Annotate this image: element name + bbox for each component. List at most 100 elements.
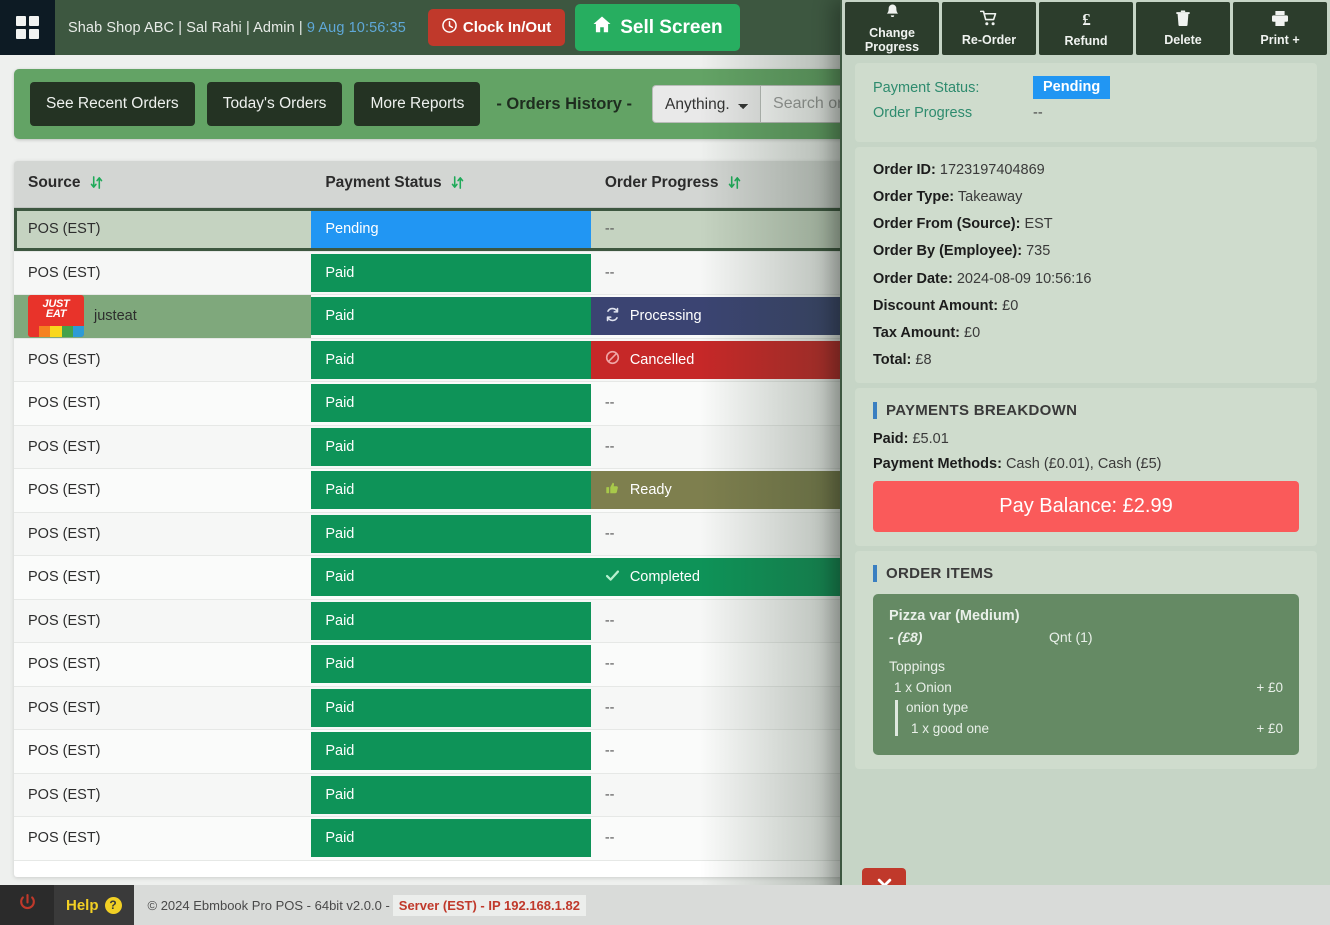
suboption-text: 1 x good one bbox=[911, 721, 989, 736]
payment-status-badge: Paid bbox=[311, 819, 590, 857]
payment-methods-line: Payment Methods: Cash (£0.01), Cash (£5) bbox=[873, 456, 1299, 472]
detail-label: Order By (Employee): bbox=[873, 243, 1022, 259]
order-progress-row: Order Progress -- bbox=[873, 105, 1299, 121]
cell-payment-status: Paid bbox=[311, 556, 590, 600]
apps-grid-button[interactable] bbox=[0, 0, 55, 55]
change-progress-button[interactable]: Change Progress bbox=[845, 2, 939, 55]
todays-orders-button[interactable]: Today's Orders bbox=[207, 82, 343, 126]
detail-value: EST bbox=[1024, 216, 1052, 232]
order-progress-text: Ready bbox=[630, 482, 672, 498]
order-progress-badge: -- bbox=[591, 428, 863, 466]
delete-button[interactable]: Delete bbox=[1136, 2, 1230, 55]
payment-status-badge: Paid bbox=[311, 689, 590, 727]
cell-source: POS (EST) bbox=[14, 208, 311, 252]
cell-payment-status: Paid bbox=[311, 512, 590, 556]
detail-label: Order Type: bbox=[873, 189, 954, 205]
sync-icon bbox=[605, 307, 620, 326]
clock-icon bbox=[442, 18, 457, 37]
detail-label: Order From (Source): bbox=[873, 216, 1020, 232]
source-label: POS (EST) bbox=[28, 656, 101, 672]
paid-value: £5.01 bbox=[912, 431, 948, 447]
source-cell-content: POS (EST) bbox=[28, 352, 297, 368]
order-item: Pizza var (Medium)- (£8)Qnt (1)Toppings1… bbox=[873, 594, 1299, 755]
source-cell-content: POS (EST) bbox=[28, 700, 297, 716]
cell-payment-status: Paid bbox=[311, 817, 590, 861]
copyright-text: © 2024 Ebmbook Pro POS - 64bit v2.0.0 - bbox=[148, 898, 390, 913]
cell-order-progress: Ready bbox=[591, 469, 863, 513]
help-button[interactable]: Help ? bbox=[54, 885, 134, 925]
order-progress-badge: -- bbox=[591, 254, 863, 292]
sort-updown-icon bbox=[90, 176, 103, 194]
column-header-source-label: Source bbox=[28, 174, 81, 191]
paid-line: Paid: £5.01 bbox=[873, 431, 1299, 447]
source-label: justeat bbox=[94, 308, 137, 324]
cell-source: JUSTEATjusteat bbox=[14, 295, 311, 339]
column-header-order-progress-label: Order Progress bbox=[605, 174, 719, 191]
order-progress-text: Completed bbox=[630, 569, 700, 585]
print-button[interactable]: Print + bbox=[1233, 2, 1327, 55]
cell-payment-status: Paid bbox=[311, 599, 590, 643]
source-cell-content: POS (EST) bbox=[28, 526, 297, 542]
order-progress-text: -- bbox=[605, 439, 615, 455]
source-cell-content: POS (EST) bbox=[28, 439, 297, 455]
status-card: Payment Status: Pending Order Progress -… bbox=[855, 63, 1317, 142]
column-header-order-progress[interactable]: Order Progress bbox=[591, 161, 863, 208]
source-cell-content: POS (EST) bbox=[28, 743, 297, 759]
cell-order-progress: -- bbox=[591, 512, 863, 556]
pay-balance-button[interactable]: Pay Balance: £2.99 bbox=[873, 481, 1299, 532]
trash-icon bbox=[1175, 10, 1191, 30]
search-filter-select[interactable]: Anything. bbox=[652, 85, 760, 123]
order-progress-text: -- bbox=[605, 613, 615, 629]
detail-row: Order From (Source): EST bbox=[873, 215, 1299, 233]
check-icon bbox=[605, 568, 620, 587]
source-label: POS (EST) bbox=[28, 221, 101, 237]
action-label: Re-Order bbox=[962, 33, 1016, 47]
order-progress-badge: Processing bbox=[591, 297, 863, 335]
order-items-card: ORDER ITEMS Pizza var (Medium)- (£8)Qnt … bbox=[855, 551, 1317, 769]
cell-payment-status: Paid bbox=[311, 382, 590, 426]
detail-row: Order ID: 1723197404869 bbox=[873, 161, 1299, 179]
re-order-button[interactable]: Re-Order bbox=[942, 2, 1036, 55]
toppings-heading: Toppings bbox=[889, 658, 1283, 674]
cell-payment-status: Paid bbox=[311, 338, 590, 382]
order-progress-badge: -- bbox=[591, 689, 863, 727]
action-label: Delete bbox=[1164, 33, 1202, 47]
cell-payment-status: Paid bbox=[311, 425, 590, 469]
order-details-card: Order ID: 1723197404869Order Type: Takea… bbox=[855, 147, 1317, 383]
cell-order-progress: -- bbox=[591, 730, 863, 774]
source-cell-content: POS (EST) bbox=[28, 221, 297, 237]
detail-row: Order By (Employee): 735 bbox=[873, 242, 1299, 260]
payment-status-badge: Paid bbox=[311, 776, 590, 814]
source-label: POS (EST) bbox=[28, 352, 101, 368]
detail-row: Discount Amount: £0 bbox=[873, 297, 1299, 315]
suboption-heading: onion type bbox=[906, 700, 1283, 715]
detail-row: Order Date: 2024-08-09 10:56:16 bbox=[873, 270, 1299, 288]
order-progress-badge: -- bbox=[591, 515, 863, 553]
order-items-heading: ORDER ITEMS bbox=[873, 565, 1299, 582]
order-progress-text: -- bbox=[605, 743, 615, 759]
payment-status-badge: Paid bbox=[311, 341, 590, 379]
payments-breakdown-heading: PAYMENTS BREAKDOWN bbox=[873, 402, 1299, 419]
grid-icon bbox=[16, 16, 39, 39]
cell-payment-status: Paid bbox=[311, 469, 590, 513]
cell-source: POS (EST) bbox=[14, 425, 311, 469]
see-recent-orders-button[interactable]: See Recent Orders bbox=[30, 82, 195, 126]
server-info: Server (EST) - IP 192.168.1.82 bbox=[393, 895, 586, 916]
refund-button[interactable]: £Refund bbox=[1039, 2, 1133, 55]
order-progress-badge: -- bbox=[591, 732, 863, 770]
source-label: POS (EST) bbox=[28, 482, 101, 498]
sell-screen-button[interactable]: Sell Screen bbox=[575, 4, 739, 51]
order-progress-text: -- bbox=[605, 830, 615, 846]
payment-status-badge: Paid bbox=[311, 645, 590, 683]
source-label: POS (EST) bbox=[28, 439, 101, 455]
column-header-payment-status[interactable]: Payment Status bbox=[311, 161, 590, 208]
cell-source: POS (EST) bbox=[14, 251, 311, 295]
power-button[interactable] bbox=[0, 885, 54, 925]
clock-in-out-button[interactable]: Clock In/Out bbox=[428, 9, 565, 46]
suboption-line: 1 x good one+ £0 bbox=[906, 721, 1283, 736]
column-header-source[interactable]: Source bbox=[14, 161, 311, 208]
more-reports-button[interactable]: More Reports bbox=[354, 82, 480, 126]
order-progress-badge: -- bbox=[591, 819, 863, 857]
source-label: POS (EST) bbox=[28, 395, 101, 411]
home-icon bbox=[592, 15, 612, 40]
